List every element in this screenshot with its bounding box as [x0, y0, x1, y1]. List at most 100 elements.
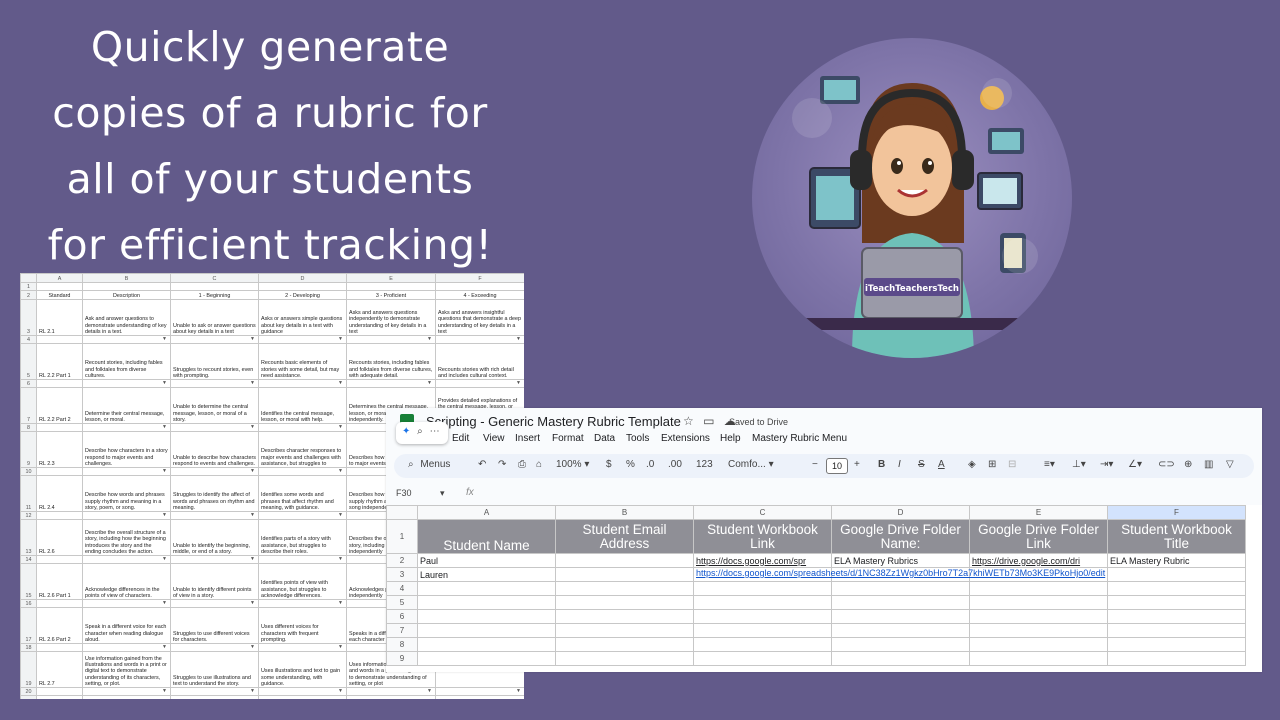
rubric-dropdown-cell[interactable] — [258, 511, 347, 520]
column-header-a[interactable]: A — [417, 505, 556, 520]
empty-cell[interactable] — [555, 637, 694, 652]
filter-icon[interactable]: ▽ — [1226, 459, 1234, 470]
rubric-dropdown-cell[interactable] — [170, 687, 259, 696]
decrease-decimal-button[interactable]: .0 — [646, 459, 654, 470]
empty-cell[interactable] — [417, 609, 556, 624]
text-color-icon[interactable]: A — [938, 459, 945, 470]
document-title[interactable]: Scripting - Generic Mastery Rubric Templ… — [426, 414, 681, 429]
column-header-e[interactable]: E — [969, 505, 1108, 520]
menu-format[interactable]: Format — [552, 433, 584, 444]
rubric-dropdown-cell[interactable] — [170, 467, 259, 476]
cell-workbook-title[interactable]: ELA Mastery Rubric — [1107, 553, 1246, 568]
cell-workbook-title[interactable] — [1107, 567, 1246, 582]
workbook-link-text[interactable]: https://docs.google.com/spreadsheets/d/1… — [696, 568, 1105, 578]
cell-student-name[interactable]: Lauren — [417, 567, 556, 582]
borders-icon[interactable]: ⊞ — [988, 459, 996, 470]
column-header-d[interactable]: D — [831, 505, 970, 520]
row-number[interactable]: 7 — [386, 623, 418, 638]
header-workbook-link[interactable]: Student Workbook Link — [693, 519, 832, 554]
rubric-dropdown-cell[interactable] — [82, 335, 171, 344]
empty-cell[interactable] — [1107, 651, 1246, 666]
chart-icon[interactable]: ▥ — [1204, 459, 1213, 470]
menu-help[interactable]: Help — [720, 433, 741, 444]
number-format-button[interactable]: 123 — [696, 459, 713, 470]
empty-cell[interactable] — [831, 609, 970, 624]
star-icon[interactable]: ☆ — [683, 414, 694, 428]
cell-student-name[interactable]: Paul — [417, 553, 556, 568]
rubric-dropdown-cell[interactable] — [170, 335, 259, 344]
menus-search-button[interactable]: ⌕ Menus — [408, 459, 450, 470]
empty-cell[interactable] — [969, 595, 1108, 610]
merge-cells-icon[interactable]: ⊟ — [1008, 459, 1016, 470]
align-vertical-icon[interactable]: ⊥▾ — [1072, 459, 1086, 470]
empty-cell[interactable] — [417, 581, 556, 596]
empty-cell[interactable] — [555, 581, 694, 596]
empty-cell[interactable] — [693, 623, 832, 638]
empty-cell[interactable] — [831, 637, 970, 652]
rubric-dropdown-cell[interactable] — [346, 379, 436, 388]
rubric-dropdown-cell[interactable] — [170, 643, 259, 652]
rubric-dropdown-cell[interactable] — [258, 599, 347, 608]
column-header-f[interactable]: F — [1107, 505, 1246, 520]
row-number[interactable]: 6 — [386, 609, 418, 624]
rubric-dropdown-cell[interactable] — [258, 379, 347, 388]
paint-format-icon[interactable]: ⌂ — [536, 459, 542, 470]
rubric-dropdown-cell[interactable] — [170, 555, 259, 564]
header-workbook-title[interactable]: Student Workbook Title — [1107, 519, 1246, 554]
empty-cell[interactable] — [831, 581, 970, 596]
menu-extensions[interactable]: Extensions — [661, 433, 710, 444]
menu-insert[interactable]: Insert — [515, 433, 540, 444]
empty-cell[interactable] — [969, 623, 1108, 638]
header-student-name[interactable]: Student Name — [417, 519, 556, 554]
rubric-dropdown-cell[interactable] — [258, 555, 347, 564]
row-number[interactable]: 5 — [386, 595, 418, 610]
empty-cell[interactable] — [969, 609, 1108, 624]
rubric-dropdown-cell[interactable] — [170, 511, 259, 520]
menu-search-popup[interactable]: ✦ ⌕ ⋯ — [396, 422, 448, 444]
menu-tools[interactable]: Tools — [626, 433, 649, 444]
rubric-dropdown-cell[interactable] — [258, 643, 347, 652]
empty-cell[interactable] — [693, 651, 832, 666]
increase-decimal-button[interactable]: .00 — [668, 459, 682, 470]
zoom-select[interactable]: 100% ▾ — [556, 459, 589, 470]
folder-icon[interactable]: ▭ — [703, 414, 714, 428]
empty-cell[interactable] — [831, 651, 970, 666]
rubric-dropdown-cell[interactable] — [82, 599, 171, 608]
empty-cell[interactable] — [693, 609, 832, 624]
font-size-input[interactable]: 10 — [826, 458, 848, 474]
row-number[interactable]: 1 — [386, 519, 418, 554]
empty-cell[interactable] — [417, 623, 556, 638]
cell-student-email[interactable] — [555, 567, 694, 582]
rubric-dropdown-cell[interactable] — [82, 423, 171, 432]
font-select[interactable]: Comfo... ▾ — [728, 459, 774, 470]
comment-icon[interactable]: ⊕ — [1184, 459, 1192, 470]
header-student-email[interactable]: Student Email Address — [555, 519, 694, 554]
empty-cell[interactable] — [417, 651, 556, 666]
name-box[interactable]: F30 ▾ — [396, 488, 445, 499]
font-size-decrease[interactable]: − — [812, 459, 818, 470]
bold-icon[interactable]: B — [878, 459, 885, 470]
empty-cell[interactable] — [555, 609, 694, 624]
print-icon[interactable]: ⎙ — [518, 459, 526, 470]
rubric-dropdown-cell[interactable] — [258, 467, 347, 476]
empty-cell[interactable] — [555, 651, 694, 666]
empty-cell[interactable] — [831, 595, 970, 610]
empty-cell[interactable] — [969, 581, 1108, 596]
rubric-dropdown-cell[interactable] — [82, 511, 171, 520]
text-rotation-icon[interactable]: ∠▾ — [1128, 459, 1142, 470]
fill-color-icon[interactable]: ◈ — [968, 459, 976, 470]
rubric-dropdown-cell[interactable] — [82, 687, 171, 696]
cell-folder-link[interactable]: https://drive.google.com/dri — [969, 553, 1108, 568]
empty-cell[interactable] — [417, 595, 556, 610]
rubric-dropdown-cell[interactable] — [258, 335, 347, 344]
empty-cell[interactable] — [1107, 637, 1246, 652]
rubric-dropdown-cell[interactable] — [82, 467, 171, 476]
empty-cell[interactable] — [1107, 595, 1246, 610]
empty-cell[interactable] — [831, 623, 970, 638]
row-number[interactable]: 8 — [386, 637, 418, 652]
cell-workbook-link[interactable]: https://docs.google.com/spreadsheets/d/1… — [693, 567, 1105, 582]
currency-button[interactable]: $ — [606, 459, 612, 470]
empty-cell[interactable] — [693, 637, 832, 652]
redo-icon[interactable]: ↷ — [498, 459, 506, 470]
student-table[interactable]: A B C D E F 1 Student Name Student Email… — [386, 505, 1246, 666]
